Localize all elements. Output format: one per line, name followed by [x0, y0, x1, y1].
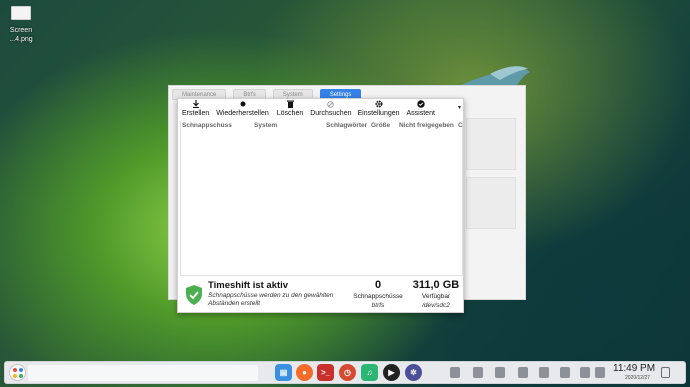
available-label: Verfügbar	[421, 293, 451, 300]
restore-icon	[240, 99, 246, 109]
settings-button-label: Einstellungen	[357, 110, 400, 117]
snapshot-list[interactable]	[180, 121, 463, 276]
wizard-button[interactable]: Assistent	[407, 99, 435, 119]
column-header-unshared[interactable]: Nicht freigegeben	[399, 122, 454, 129]
notification-icon[interactable]	[661, 367, 670, 378]
menu-dropdown-icon[interactable]: ▾	[458, 104, 461, 111]
wizard-button-label: Assistent	[406, 110, 435, 117]
taskbar-search-area[interactable]	[28, 365, 258, 381]
tray-7-icon[interactable]	[580, 367, 590, 378]
status-panel: Timeshift ist aktiv Schnappschüsse werde…	[180, 278, 463, 312]
snapshot-count-stat: 0 Schnappschüsse btrfs	[350, 279, 406, 310]
snapshot-count-label: Schnappschüsse	[353, 293, 403, 300]
restore-button[interactable]: Wiederherstellen	[216, 99, 269, 119]
download-icon	[192, 99, 200, 109]
create-button-label: Erstellen	[182, 110, 210, 117]
available-space-stat: 311,0 GB Verfügbar /dev/sdc2	[409, 279, 463, 310]
gear-icon	[375, 99, 383, 109]
image-file-icon	[11, 6, 31, 20]
tray-5-icon[interactable]	[539, 367, 549, 378]
tray-4-icon[interactable]	[518, 367, 528, 378]
toolbar: Erstellen Wiederherstellen Löschen Durch…	[178, 99, 465, 119]
terminal-icon[interactable]: >_	[317, 364, 334, 381]
snapshot-count: 0	[374, 279, 382, 291]
column-header-snapshot[interactable]: Schnappschuss	[182, 122, 232, 129]
timeshift-icon[interactable]: ◷	[339, 364, 356, 381]
snapshot-type: btrfs	[371, 302, 385, 309]
tray-8-icon[interactable]	[595, 367, 605, 378]
browse-icon	[327, 99, 335, 109]
music-icon[interactable]: ♫	[361, 364, 378, 381]
browse-button[interactable]: Durchsuchen	[310, 99, 351, 119]
column-header-system[interactable]: System	[254, 122, 277, 129]
shield-check-icon	[186, 285, 202, 305]
column-header-size[interactable]: Größe	[371, 122, 390, 129]
settings-icon[interactable]: ✲	[405, 364, 422, 381]
delete-button-label: Löschen	[276, 110, 304, 117]
media-player-icon[interactable]: ▶	[383, 364, 400, 381]
files-icon[interactable]: ▤	[275, 364, 292, 381]
settings-button[interactable]: Einstellungen	[357, 99, 400, 119]
status-subtitle: Schnappschüsse werden zu den gewählten A…	[208, 292, 334, 307]
restore-button-label: Wiederherstellen	[216, 110, 269, 117]
delete-button[interactable]: Löschen	[277, 99, 303, 119]
browse-button-label: Durchsuchen	[310, 110, 352, 117]
firefox-icon[interactable]: ●	[296, 364, 313, 381]
trash-icon	[286, 99, 294, 109]
background-panel-block-2	[466, 177, 516, 229]
column-header-c[interactable]: C	[458, 122, 463, 129]
snapshot-table-header: Schnappschuss System Schlagwörter Größe …	[180, 122, 463, 131]
desktop-file-screenshot[interactable]: Screen ...4.png	[4, 6, 38, 44]
status-title: Timeshift ist aktiv	[208, 280, 289, 291]
tray-2-icon[interactable]	[473, 367, 483, 378]
launcher-icon[interactable]	[9, 364, 26, 381]
wizard-check-icon	[417, 99, 425, 109]
desktop-file-label-1: Screen	[9, 27, 33, 34]
available-size: 311,0 GB	[412, 279, 460, 291]
clock-time[interactable]: 11:49 PM	[613, 363, 655, 374]
taskbar: ▤ ● >_ ◷ ♫ ▶ ✲ 11:49 PM 2020/12/27	[4, 361, 686, 384]
timeshift-window: Erstellen Wiederherstellen Löschen Durch…	[177, 98, 464, 313]
column-header-tags[interactable]: Schlagwörter	[326, 122, 367, 129]
desktop-file-label-2: ...4.png	[9, 36, 33, 43]
tray-6-icon[interactable]	[560, 367, 570, 378]
clock-date: 2020/12/27	[625, 375, 651, 381]
background-panel-block-1	[466, 118, 516, 170]
tray-3-icon[interactable]	[495, 367, 505, 378]
available-device: /dev/sdc2	[422, 302, 450, 309]
create-button[interactable]: Erstellen	[182, 99, 209, 119]
tray-1-icon[interactable]	[450, 367, 460, 378]
